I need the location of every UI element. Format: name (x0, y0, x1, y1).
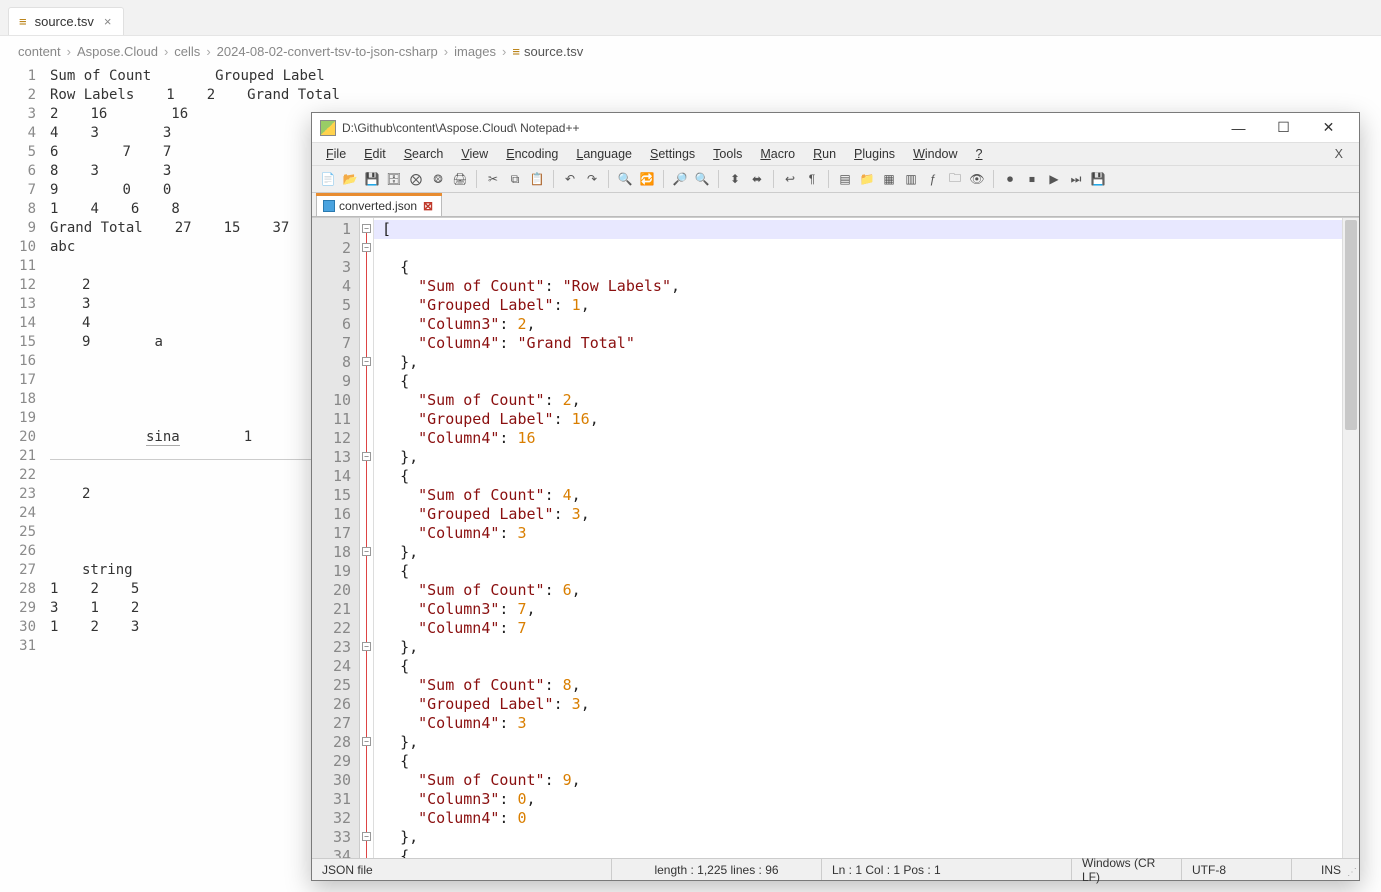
zoom-in-icon[interactable]: 🔎 (670, 169, 690, 189)
bg-line-gutter: 1234567891011121314151617181920212223242… (10, 67, 50, 656)
close-file-icon[interactable]: ⨂ (406, 169, 426, 189)
menu-run[interactable]: Run (805, 145, 844, 163)
app-icon (320, 120, 336, 136)
crumb[interactable]: cells (174, 44, 200, 59)
menu-file[interactable]: File (318, 145, 354, 163)
doctab-label: converted.json (339, 199, 417, 213)
menu-tools[interactable]: Tools (705, 145, 750, 163)
fold-toggle-icon[interactable] (362, 224, 371, 233)
fold-toggle-icon[interactable] (362, 737, 371, 746)
status-position: Ln : 1 Col : 1 Pos : 1 (822, 859, 1072, 880)
fold-toggle-icon[interactable] (362, 547, 371, 556)
all-chars-icon[interactable]: ¶ (802, 169, 822, 189)
play-icon[interactable]: ▶ (1044, 169, 1064, 189)
document-tabs[interactable]: converted.json ⊠ (312, 193, 1359, 217)
play-multi-icon[interactable]: ⏭ (1066, 169, 1086, 189)
crumb[interactable]: Aspose.Cloud (77, 44, 158, 59)
doc-map-icon[interactable]: ▦ (879, 169, 899, 189)
menu-?[interactable]: ? (968, 145, 991, 163)
find-icon[interactable]: 🔍 (615, 169, 635, 189)
bg-code[interactable]: Sum of CountGrouped LabelRow Labels12Gra… (50, 67, 340, 656)
menu-encoding[interactable]: Encoding (498, 145, 566, 163)
fold-column[interactable] (360, 218, 374, 858)
crumb[interactable]: content (18, 44, 61, 59)
stop-icon[interactable]: ⏹ (1022, 169, 1042, 189)
npp-code[interactable]: [ { "Sum of Count": "Row Labels", "Group… (374, 218, 1359, 858)
close-icon[interactable] (100, 14, 112, 29)
npp-line-gutter: 1234567891011121314151617181920212223242… (312, 218, 360, 858)
save-icon[interactable]: 💾 (362, 169, 382, 189)
monitor-icon[interactable]: 👁 (967, 169, 987, 189)
save-macro-icon[interactable]: 💾 (1088, 169, 1108, 189)
folder-view-icon[interactable]: 🗀 (945, 169, 965, 189)
statusbar: JSON file length : 1,225 lines : 96 Ln :… (312, 858, 1359, 880)
toolbar[interactable]: 📄 📂 💾 🗄 ⨂ ⨷ 🖨 ✂ ⧉ 📋 ↶ ↷ 🔍 🔁 🔎 🔍 ⬍ ⬌ ↩ ¶ … (312, 165, 1359, 193)
bg-tab-source[interactable]: source.tsv (8, 7, 124, 35)
doc-list-icon[interactable]: ▥ (901, 169, 921, 189)
sync-h-icon[interactable]: ⬌ (747, 169, 767, 189)
menu-settings[interactable]: Settings (642, 145, 703, 163)
doctab-converted-json[interactable]: converted.json ⊠ (316, 195, 442, 216)
open-file-icon[interactable]: 📂 (340, 169, 360, 189)
titlebar[interactable]: D:\Github\content\Aspose.Cloud\ Notepad+… (312, 113, 1359, 143)
fold-toggle-icon[interactable] (362, 452, 371, 461)
crumb[interactable]: images (454, 44, 496, 59)
breadcrumb[interactable]: content Aspose.Cloud cells 2024-08-02-co… (0, 36, 1381, 67)
folder-icon[interactable]: 📁 (857, 169, 877, 189)
crumb[interactable]: 2024-08-02-convert-tsv-to-json-csharp (217, 44, 438, 59)
file-icon (19, 14, 29, 29)
tab-close-x[interactable]: X (1325, 145, 1353, 163)
fold-toggle-icon[interactable] (362, 243, 371, 252)
menu-plugins[interactable]: Plugins (846, 145, 903, 163)
fold-toggle-icon[interactable] (362, 642, 371, 651)
minimize-button[interactable]: — (1216, 114, 1261, 142)
menu-view[interactable]: View (453, 145, 496, 163)
bg-tabbar: source.tsv (0, 0, 1381, 36)
notepadpp-window: D:\Github\content\Aspose.Cloud\ Notepad+… (311, 112, 1360, 881)
indent-guide-icon[interactable]: ▤ (835, 169, 855, 189)
menu-edit[interactable]: Edit (356, 145, 394, 163)
redo-icon[interactable]: ↷ (582, 169, 602, 189)
status-filetype: JSON file (312, 859, 612, 880)
menu-language[interactable]: Language (568, 145, 640, 163)
record-icon[interactable]: ⏺ (1000, 169, 1020, 189)
cut-icon[interactable]: ✂ (483, 169, 503, 189)
new-file-icon[interactable]: 📄 (318, 169, 338, 189)
fold-toggle-icon[interactable] (362, 357, 371, 366)
close-all-icon[interactable]: ⨷ (428, 169, 448, 189)
sync-v-icon[interactable]: ⬍ (725, 169, 745, 189)
copy-icon[interactable]: ⧉ (505, 169, 525, 189)
bg-tab-label: source.tsv (35, 14, 94, 29)
print-icon[interactable]: 🖨 (450, 169, 470, 189)
close-button[interactable]: ✕ (1306, 114, 1351, 142)
menu-macro[interactable]: Macro (752, 145, 803, 163)
paste-icon[interactable]: 📋 (527, 169, 547, 189)
status-length: length : 1,225 lines : 96 (612, 859, 822, 880)
undo-icon[interactable]: ↶ (560, 169, 580, 189)
menubar[interactable]: FileEditSearchViewEncodingLanguageSettin… (312, 143, 1359, 165)
wrap-icon[interactable]: ↩ (780, 169, 800, 189)
menu-search[interactable]: Search (396, 145, 452, 163)
window-title: D:\Github\content\Aspose.Cloud\ Notepad+… (342, 121, 1216, 135)
fold-toggle-icon[interactable] (362, 832, 371, 841)
vertical-scrollbar[interactable] (1342, 218, 1359, 858)
save-all-icon[interactable]: 🗄 (384, 169, 404, 189)
zoom-out-icon[interactable]: 🔍 (692, 169, 712, 189)
maximize-button[interactable]: ☐ (1261, 114, 1306, 142)
status-encoding[interactable]: UTF-8 (1182, 859, 1292, 880)
menu-window[interactable]: Window (905, 145, 965, 163)
resize-grip-icon[interactable]: ⋰ (1347, 867, 1357, 878)
crumb-current: source.tsv (512, 44, 583, 59)
status-eol[interactable]: Windows (CR LF) (1072, 859, 1182, 880)
file-icon (323, 200, 335, 212)
npp-editor[interactable]: 1234567891011121314151617181920212223242… (312, 217, 1359, 858)
func-list-icon[interactable]: ƒ (923, 169, 943, 189)
close-icon[interactable]: ⊠ (423, 199, 433, 213)
scrollbar-thumb[interactable] (1345, 220, 1357, 430)
replace-icon[interactable]: 🔁 (637, 169, 657, 189)
